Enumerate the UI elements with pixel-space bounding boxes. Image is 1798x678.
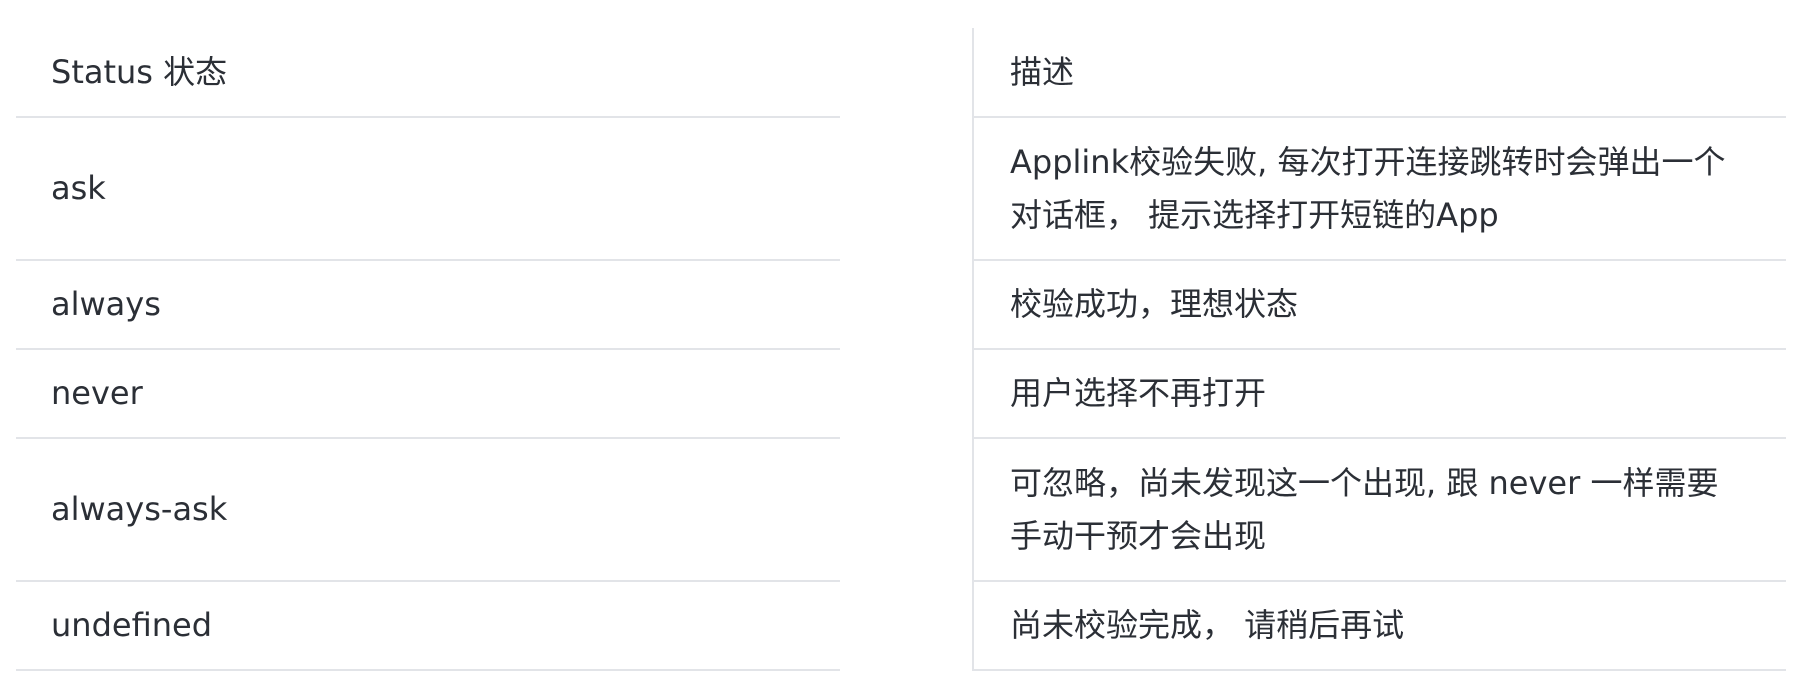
status-table: Status 状态 描述 ask Applink校验失败, 每次打开连接跳转时会… xyxy=(16,28,1786,671)
cell-description: 尚未校验完成， 请稍后再试 xyxy=(972,581,1786,671)
column-gap xyxy=(840,349,973,438)
header-description: 描述 xyxy=(972,28,1786,118)
table-row: always-ask 可忽略，尚未发现这一个出现, 跟 never 一样需要手动… xyxy=(16,438,1786,582)
cell-description: 校验成功，理想状态 xyxy=(972,260,1786,350)
cell-description: 用户选择不再打开 xyxy=(972,349,1786,439)
column-gap xyxy=(840,117,973,260)
cell-status: ask xyxy=(16,117,840,261)
cell-status: always-ask xyxy=(16,438,840,582)
table-row: always 校验成功，理想状态 xyxy=(16,260,1786,350)
status-table-container: Status 状态 描述 ask Applink校验失败, 每次打开连接跳转时会… xyxy=(16,28,1786,671)
cell-status: always xyxy=(16,260,840,350)
cell-status: undefined xyxy=(16,581,840,671)
column-gap xyxy=(840,581,973,670)
cell-status: never xyxy=(16,349,840,439)
table-row: ask Applink校验失败, 每次打开连接跳转时会弹出一个对话框， 提示选择… xyxy=(16,117,1786,261)
table-header-row: Status 状态 描述 xyxy=(16,28,1786,118)
column-gap xyxy=(840,438,973,581)
column-gap xyxy=(840,28,973,117)
table-row: never 用户选择不再打开 xyxy=(16,349,1786,439)
header-status: Status 状态 xyxy=(16,28,840,118)
table-row: undefined 尚未校验完成， 请稍后再试 xyxy=(16,581,1786,671)
cell-description: 可忽略，尚未发现这一个出现, 跟 never 一样需要手动干预才会出现 xyxy=(972,438,1786,582)
cell-description: Applink校验失败, 每次打开连接跳转时会弹出一个对话框， 提示选择打开短链… xyxy=(972,117,1786,261)
column-gap xyxy=(840,260,973,349)
